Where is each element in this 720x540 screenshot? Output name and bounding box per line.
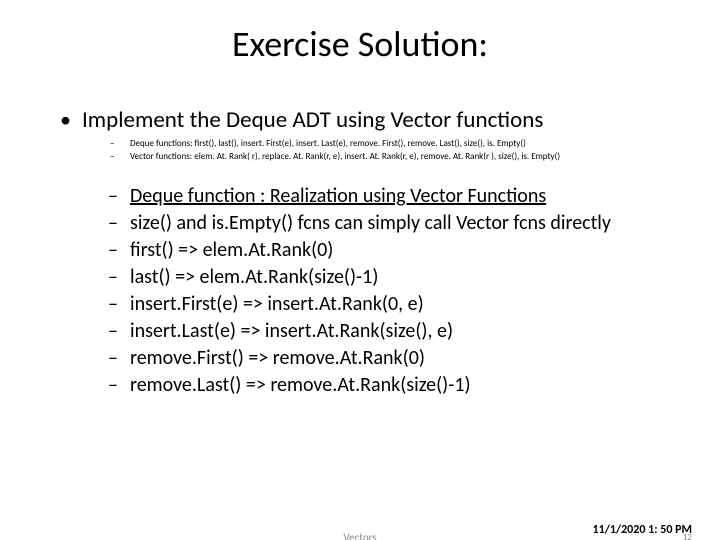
mapping-header: Deque function : Realization using Vecto… <box>60 183 680 210</box>
sub-small-1: Vector functions: elem. At. Rank( r), re… <box>60 151 680 164</box>
mapping-item: first() => elem.At.Rank(0) <box>60 237 680 264</box>
mapping-item: remove.First() => remove.At.Rank(0) <box>60 345 680 372</box>
mapping-item: insert.Last(e) => insert.At.Rank(size(),… <box>60 318 680 345</box>
footer-right: 11/1/2020 1: 50 PM 12 <box>593 524 692 540</box>
mapping-item: size() and is.Empty() fcns can simply ca… <box>60 210 680 237</box>
mapping-header-text: Deque function : Realization using Vecto… <box>130 184 546 208</box>
content-area: Implement the Deque ADT using Vector fun… <box>0 106 720 399</box>
mapping-item: remove.Last() => remove.At.Rank(size()-1… <box>60 372 680 399</box>
sub-small-0: Deque functions: first(), last(), insert… <box>60 138 680 151</box>
spacer <box>60 163 680 183</box>
main-bullet: Implement the Deque ADT using Vector fun… <box>60 106 680 134</box>
slide-title: Exercise Solution: <box>0 22 720 66</box>
mapping-item: insert.First(e) => insert.At.Rank(0, e) <box>60 291 680 318</box>
footer-page: 12 <box>683 532 692 540</box>
mapping-item: last() => elem.At.Rank(size()-1) <box>60 264 680 291</box>
footer-date: 11/1/2020 1: 50 PM <box>593 523 692 537</box>
slide: Exercise Solution: Implement the Deque A… <box>0 22 720 540</box>
